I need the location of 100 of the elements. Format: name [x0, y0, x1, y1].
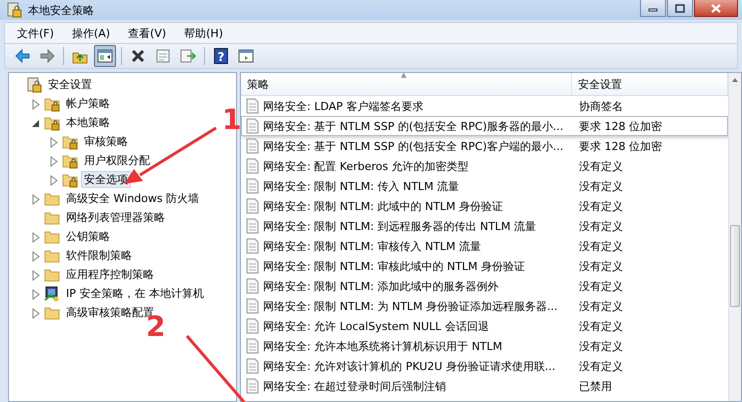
security-setting: 没有定义 — [578, 218, 624, 234]
policy-icon — [245, 138, 260, 154]
tree-item[interactable]: 公钥策略 — [63, 228, 113, 245]
app-icon — [6, 2, 22, 18]
console-tree-button[interactable] — [94, 45, 116, 67]
table-row[interactable]: 网络安全: 限制 NTLM: 此域中的 NTLM 身份验证 没有定义 — [241, 196, 728, 216]
expand-arrow-icon[interactable] — [31, 194, 41, 204]
table-row[interactable]: 网络安全: 限制 NTLM: 到远程服务器的传出 NTLM 流量 没有定义 — [241, 216, 728, 236]
expand-arrow-icon[interactable] — [49, 136, 59, 148]
security-setting: 没有定义 — [578, 258, 624, 274]
menu-item[interactable]: 帮助(H) — [176, 24, 231, 42]
policy-icon — [245, 238, 260, 254]
expand-arrow-icon[interactable] — [31, 232, 41, 242]
security-setting: 没有定义 — [578, 298, 624, 314]
expand-arrow-icon[interactable] — [49, 156, 59, 166]
table-row[interactable]: 网络安全: 配置 Kerberos 允许的加密类型 没有定义 — [241, 156, 728, 176]
forward-arrow-icon — [39, 48, 55, 64]
scrollbar-thumb[interactable] — [730, 225, 740, 307]
column-header[interactable]: 安全设置 — [578, 76, 622, 92]
menu-item[interactable]: 操作(A) — [64, 24, 118, 42]
policy-name: 网络安全: 限制 NTLM: 到远程服务器的传出 NTLM 流量 — [263, 218, 536, 234]
tree-item[interactable]: 用户权限分配 — [81, 152, 153, 169]
tree-item[interactable]: 软件限制策略 — [63, 247, 135, 264]
policy-icon — [245, 178, 260, 194]
tree-item[interactable]: IP 安全策略，在 本地计算机 — [63, 285, 207, 302]
expand-arrow-icon[interactable] — [31, 288, 41, 300]
tree-item[interactable]: 审核策略 — [81, 133, 131, 150]
table-row[interactable]: 网络安全: 基于 NTLM SSP 的(包括安全 RPC)服务器的最小... 要求 128 位加密 — [241, 116, 728, 136]
maximize-button[interactable] — [667, 0, 693, 17]
policy-name: 网络安全: 限制 NTLM: 此域中的 NTLM 身份验证 — [263, 198, 504, 214]
annotation-number: 1 — [222, 106, 242, 134]
document-icon — [155, 48, 171, 64]
tree-item[interactable]: 安全设置 — [45, 76, 95, 93]
table-row[interactable]: 网络安全: LDAP 客户端签名要求 协商签名 — [241, 96, 728, 116]
table-row[interactable]: 网络安全: 允许对该计算机的 PKU2U 身份验证请求使用联... 没有定义 — [241, 356, 728, 376]
policy-name: 网络安全: 允许 LocalSystem NULL 会话回退 — [263, 318, 489, 334]
expand-arrow-icon[interactable] — [31, 250, 41, 262]
security-setting: 已禁用 — [578, 378, 613, 394]
policy-icon — [245, 218, 260, 234]
back-arrow-icon — [14, 48, 30, 64]
security-setting: 没有定义 — [578, 318, 624, 334]
table-row[interactable]: 网络安全: 限制 NTLM: 添加此域中的服务器例外 没有定义 — [241, 276, 728, 296]
policy-name: 网络安全: 限制 NTLM: 传入 NTLM 流量 — [263, 178, 460, 194]
policy-name: 网络安全: 在超过登录时间后强制注销 — [263, 378, 446, 394]
folder-icon — [44, 190, 60, 206]
folder-icon — [44, 266, 60, 282]
close-button[interactable] — [694, 0, 738, 17]
export-icon — [180, 48, 196, 64]
tree-item[interactable]: 应用程序控制策略 — [63, 266, 157, 283]
collapse-arrow-icon[interactable] — [31, 118, 41, 128]
expand-arrow-icon[interactable] — [31, 308, 41, 318]
minimize-button[interactable] — [640, 0, 666, 17]
policy-icon — [245, 318, 260, 334]
table-row[interactable]: 网络安全: 限制 NTLM: 传入 NTLM 流量 没有定义 — [241, 176, 728, 196]
table-row[interactable]: 网络安全: 限制 NTLM: 为 NTLM 身份验证添加远程服务器... 没有定义 — [241, 296, 728, 316]
tree-item[interactable]: 网络列表管理器策略 — [63, 209, 168, 226]
folder-icon — [44, 304, 60, 320]
close-icon — [710, 2, 722, 14]
lock-folder-icon — [44, 114, 60, 130]
window-title: 本地安全策略 — [28, 2, 95, 18]
policy-name: 网络安全: 允许对该计算机的 PKU2U 身份验证请求使用联... — [263, 358, 556, 374]
policy-icon — [245, 298, 260, 314]
scroll-up-icon[interactable] — [731, 77, 739, 83]
folder-icon — [44, 248, 60, 264]
folder-icon — [44, 228, 60, 244]
policy-name: 网络安全: LDAP 客户端签名要求 — [263, 98, 424, 114]
security-setting: 没有定义 — [578, 238, 624, 254]
policy-name: 网络安全: 基于 NTLM SSP 的(包括安全 RPC)服务器的最小... — [263, 118, 564, 134]
menu-item[interactable]: 文件(F) — [9, 24, 62, 42]
policy-icon — [245, 198, 260, 214]
security-setting: 没有定义 — [578, 178, 624, 194]
table-row[interactable]: 网络安全: 限制 NTLM: 审核此域中的 NTLM 身份验证 没有定义 — [241, 256, 728, 276]
expand-arrow-icon[interactable] — [31, 270, 41, 280]
policy-name: 网络安全: 限制 NTLM: 审核此域中的 NTLM 身份验证 — [263, 258, 526, 274]
tree-item[interactable]: 帐户策略 — [63, 95, 113, 112]
table-row[interactable]: 网络安全: 允许本地系统将计算机标识用于 NTLM 没有定义 — [241, 336, 728, 356]
policy-name: 网络安全: 限制 NTLM: 添加此域中的服务器例外 — [263, 278, 498, 294]
table-row[interactable]: 网络安全: 基于 NTLM SSP 的(包括安全 RPC)客户端的最小... 要求 128 位加密 — [241, 136, 728, 156]
security-setting: 要求 128 位加密 — [578, 138, 663, 154]
column-header[interactable]: 策略 — [247, 76, 269, 92]
table-row[interactable]: 网络安全: 在超过登录时间后强制注销 已禁用 — [241, 376, 728, 396]
menu-item[interactable]: 查看(V) — [120, 24, 174, 42]
security-setting: 没有定义 — [578, 198, 624, 214]
policy-icon — [245, 158, 260, 174]
security-setting: 协商签名 — [578, 98, 624, 114]
table-row[interactable]: 网络安全: 限制 NTLM: 审核传入 NTLM 流量 没有定义 — [241, 236, 728, 256]
policy-name: 网络安全: 限制 NTLM: 审核传入 NTLM 流量 — [263, 238, 482, 254]
expand-arrow-icon[interactable] — [49, 174, 59, 186]
lock-document-icon — [26, 76, 42, 92]
lock-folder-icon — [62, 152, 78, 168]
table-row[interactable]: 网络安全: 允许 LocalSystem NULL 会话回退 没有定义 — [241, 316, 728, 336]
tree-item[interactable]: 高级安全 Windows 防火墙 — [63, 190, 202, 207]
policy-icon — [245, 378, 260, 394]
security-setting: 没有定义 — [578, 278, 624, 294]
security-setting: 没有定义 — [578, 158, 624, 174]
security-setting: 要求 128 位加密 — [578, 118, 663, 134]
expand-arrow-icon[interactable] — [31, 98, 41, 110]
tree-item[interactable]: 本地策略 — [63, 114, 113, 131]
policy-name: 网络安全: 允许本地系统将计算机标识用于 NTLM — [263, 338, 502, 354]
help-button[interactable]: ? — [210, 45, 232, 67]
